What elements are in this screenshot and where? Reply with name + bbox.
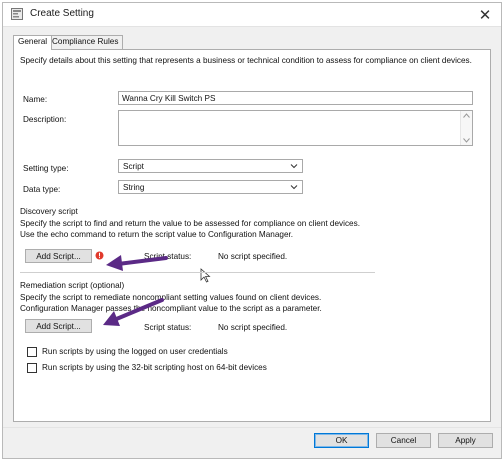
- annotation-arrow-discovery: [106, 255, 168, 271]
- create-setting-dialog: Create Setting ✕ General Compliance Rule…: [2, 2, 502, 459]
- settings-app-icon: [11, 8, 23, 20]
- tab-compliance-rules[interactable]: Compliance Rules: [47, 35, 124, 49]
- tab-general[interactable]: General: [13, 35, 53, 50]
- general-panel: Specify details about this setting that …: [13, 49, 491, 422]
- window-title: Create Setting: [30, 8, 94, 19]
- close-icon[interactable]: ✕: [469, 3, 501, 26]
- annotation-arrow-remediation: [103, 298, 164, 326]
- apply-button[interactable]: Apply: [438, 433, 493, 448]
- cancel-button[interactable]: Cancel: [376, 433, 431, 448]
- annotation-arrows: [103, 255, 168, 326]
- footer-divider: [3, 427, 501, 428]
- title-bar: Create Setting ✕: [3, 3, 501, 27]
- ok-button[interactable]: OK: [314, 433, 369, 448]
